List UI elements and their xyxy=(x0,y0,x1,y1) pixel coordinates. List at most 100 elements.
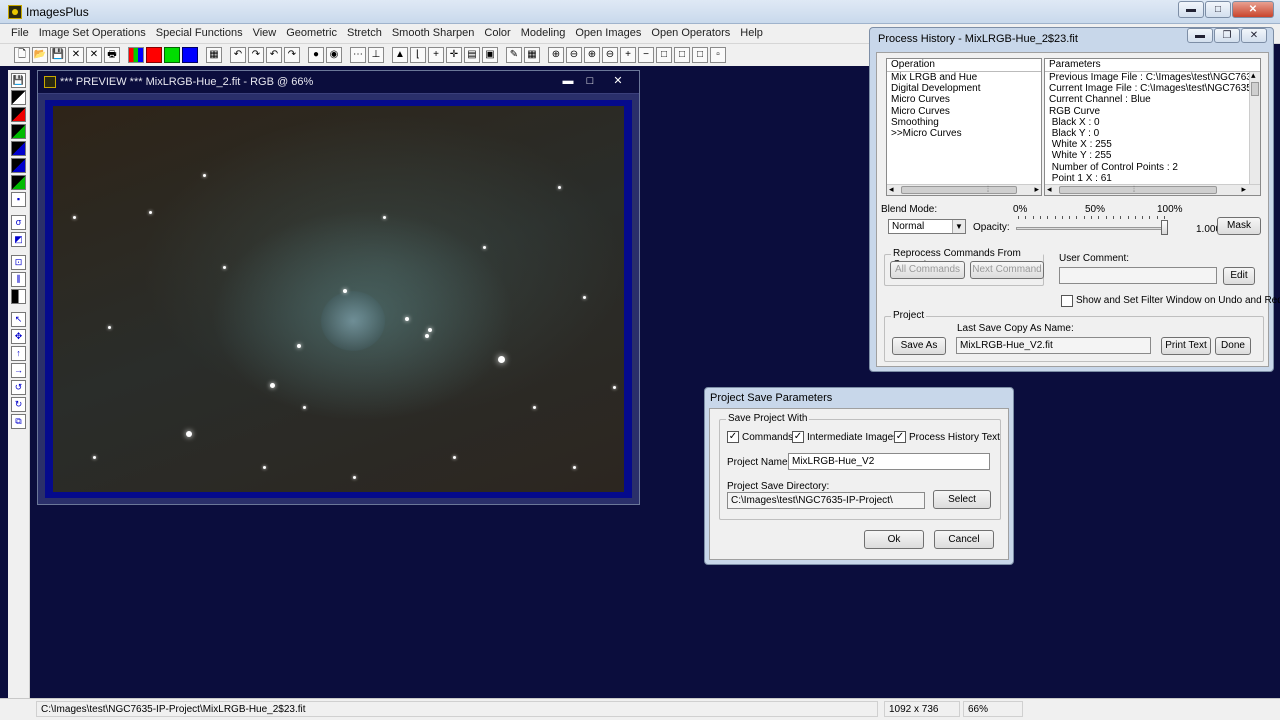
add-icon[interactable]: + xyxy=(428,47,444,63)
square-small-icon[interactable]: □ xyxy=(692,47,708,63)
print-icon[interactable]: 🖶 xyxy=(104,47,120,63)
parameter-row[interactable]: RGB Curve xyxy=(1045,106,1260,117)
parameter-row[interactable]: Black Y : 0 xyxy=(1045,128,1260,139)
select-icon[interactable]: ⊡ xyxy=(11,255,26,270)
menu-open-images[interactable]: Open Images xyxy=(570,24,646,43)
mask-button[interactable]: Mask xyxy=(1217,217,1261,235)
all-commands-button[interactable]: All Commands xyxy=(890,261,965,279)
save-icon[interactable]: 💾 xyxy=(50,47,66,63)
scroll-left-icon[interactable]: ◂ xyxy=(889,184,894,195)
done-button[interactable]: Done xyxy=(1215,337,1251,355)
pencil-icon[interactable]: ✎ xyxy=(506,47,522,63)
zoom-fit-icon[interactable]: ⊕ xyxy=(584,47,600,63)
open-folder-icon[interactable]: 📂 xyxy=(32,47,48,63)
project-dir-field[interactable]: C:\Images\test\NGC7635-IP-Project\ xyxy=(727,492,925,509)
channel-mix-icon[interactable] xyxy=(11,158,26,173)
lock-icon[interactable]: σ xyxy=(11,215,26,230)
menu-stretch[interactable]: Stretch xyxy=(342,24,387,43)
half-icon[interactable] xyxy=(11,289,26,304)
undo-icon[interactable]: ↶ xyxy=(230,47,246,63)
parameter-row[interactable]: White Y : 255 xyxy=(1045,150,1260,161)
red-mix-icon[interactable] xyxy=(11,107,26,122)
nebula-image[interactable] xyxy=(53,106,624,492)
ph-maximize-button[interactable]: ❐ xyxy=(1214,28,1240,43)
parameters-vscroll[interactable]: ▴ xyxy=(1249,70,1260,184)
save-as-button[interactable]: Save As xyxy=(892,337,946,355)
parameter-row[interactable]: Current Channel : Blue xyxy=(1045,94,1260,105)
parameter-row[interactable]: Previous Image File : C:\Images\test\NGC… xyxy=(1045,72,1260,83)
columns-icon[interactable]: ⫼ xyxy=(11,272,26,287)
rotate-down-icon[interactable]: ↻ xyxy=(11,397,26,412)
menu-smooth-sharpen[interactable]: Smooth Sharpen xyxy=(387,24,480,43)
maximize-button[interactable]: □ xyxy=(1205,1,1231,18)
parameter-row[interactable]: Current Image File : C:\Images\test\NGC7… xyxy=(1045,83,1260,94)
ph-minimize-button[interactable]: ▬ xyxy=(1187,28,1213,43)
operation-row[interactable]: Digital Development xyxy=(887,83,1041,94)
gradient-icon[interactable]: ◩ xyxy=(11,232,26,247)
last-save-field[interactable]: MixLRGB-Hue_V2.fit xyxy=(956,337,1151,354)
red-channel-icon[interactable] xyxy=(146,47,162,63)
close-all-icon[interactable]: ✕ xyxy=(86,47,102,63)
process-history-checkbox[interactable]: ✓ xyxy=(894,431,906,443)
green-mix-icon[interactable] xyxy=(11,124,26,139)
close-button[interactable]: ✕ xyxy=(1232,1,1274,18)
operation-row[interactable]: Mix LRGB and Hue xyxy=(887,72,1041,83)
green-channel-icon[interactable] xyxy=(164,47,180,63)
menu-open-operators[interactable]: Open Operators xyxy=(646,24,735,43)
black-white-icon[interactable] xyxy=(11,90,26,105)
select-button[interactable]: Select xyxy=(933,490,991,509)
minus-box-icon[interactable]: − xyxy=(638,47,654,63)
opacity-slider-thumb[interactable] xyxy=(1161,220,1168,235)
blend-mode-select[interactable]: Normal ▼ xyxy=(888,219,966,234)
operation-list[interactable]: Operation Mix LRGB and Hue Digital Develo… xyxy=(886,58,1042,196)
scroll-right-icon[interactable]: ▸ xyxy=(1241,184,1246,195)
table-icon[interactable]: ▤ xyxy=(464,47,480,63)
menu-modeling[interactable]: Modeling xyxy=(516,24,571,43)
square-alt-icon[interactable]: □ xyxy=(674,47,690,63)
scroll-up-icon[interactable]: ▴ xyxy=(1251,70,1256,81)
dots-icon[interactable]: ⋯ xyxy=(350,47,366,63)
preview-titlebar[interactable]: *** PREVIEW *** MixLRGB-Hue_2.fit - RGB … xyxy=(38,71,639,94)
save-small-icon[interactable]: 💾 xyxy=(11,73,26,88)
commands-checkbox[interactable]: ✓ xyxy=(727,431,739,443)
target-icon[interactable]: ◉ xyxy=(326,47,342,63)
operation-row[interactable]: Micro Curves xyxy=(887,106,1041,117)
menu-file[interactable]: File xyxy=(6,24,34,43)
rotate-left-icon[interactable]: ↺ xyxy=(11,380,26,395)
ph-close-button[interactable]: ✕ xyxy=(1241,28,1267,43)
arrow-select-icon[interactable]: ↖ xyxy=(11,312,26,327)
scroll-left-icon[interactable]: ◂ xyxy=(1047,184,1052,195)
parameters-hscroll[interactable]: ◂ ⦙ ▸ xyxy=(1045,184,1260,195)
preview-maximize-button[interactable]: □ xyxy=(579,73,601,90)
channel-mix2-icon[interactable] xyxy=(11,175,26,190)
preview-minimize-button[interactable]: ▬ xyxy=(557,73,579,90)
move-icon[interactable]: ✥ xyxy=(11,329,26,344)
mark-point-icon[interactable]: ● xyxy=(308,47,324,63)
intermediate-images-checkbox[interactable]: ✓ xyxy=(792,431,804,443)
next-command-button[interactable]: Next Command xyxy=(970,261,1044,279)
copy-icon[interactable]: ⧉ xyxy=(11,414,26,429)
curve-icon[interactable]: ⌊ xyxy=(410,47,426,63)
scroll-right-icon[interactable]: ▸ xyxy=(1034,184,1039,195)
zoom-actual-icon[interactable]: ⊖ xyxy=(602,47,618,63)
parameter-row[interactable]: Number of Control Points : 2 xyxy=(1045,162,1260,173)
parameter-row[interactable]: Point 1 X : 61 xyxy=(1045,173,1260,184)
menu-color[interactable]: Color xyxy=(479,24,515,43)
menu-help[interactable]: Help xyxy=(735,24,768,43)
right-arrow-icon[interactable]: → xyxy=(11,363,26,378)
menu-view[interactable]: View xyxy=(248,24,282,43)
project-name-input[interactable]: MixLRGB-Hue_V2 xyxy=(788,453,990,470)
tree-icon[interactable]: ⊥ xyxy=(368,47,384,63)
edit-button[interactable]: Edit xyxy=(1223,267,1255,285)
menu-image-set-operations[interactable]: Image Set Operations xyxy=(34,24,151,43)
print-text-button[interactable]: Print Text xyxy=(1161,337,1211,355)
redo-icon[interactable]: ↷ xyxy=(248,47,264,63)
menu-special-functions[interactable]: Special Functions xyxy=(151,24,248,43)
up-arrow-icon[interactable]: ↑ xyxy=(11,346,26,361)
parameter-row[interactable]: Black X : 0 xyxy=(1045,117,1260,128)
menu-geometric[interactable]: Geometric xyxy=(281,24,342,43)
new-file-icon[interactable]: 🗋 xyxy=(14,47,30,63)
operation-row[interactable]: Smoothing xyxy=(887,117,1041,128)
opacity-slider-track[interactable] xyxy=(1016,227,1166,230)
operation-hscroll[interactable]: ◂ ⦙ ▸ xyxy=(887,184,1041,195)
